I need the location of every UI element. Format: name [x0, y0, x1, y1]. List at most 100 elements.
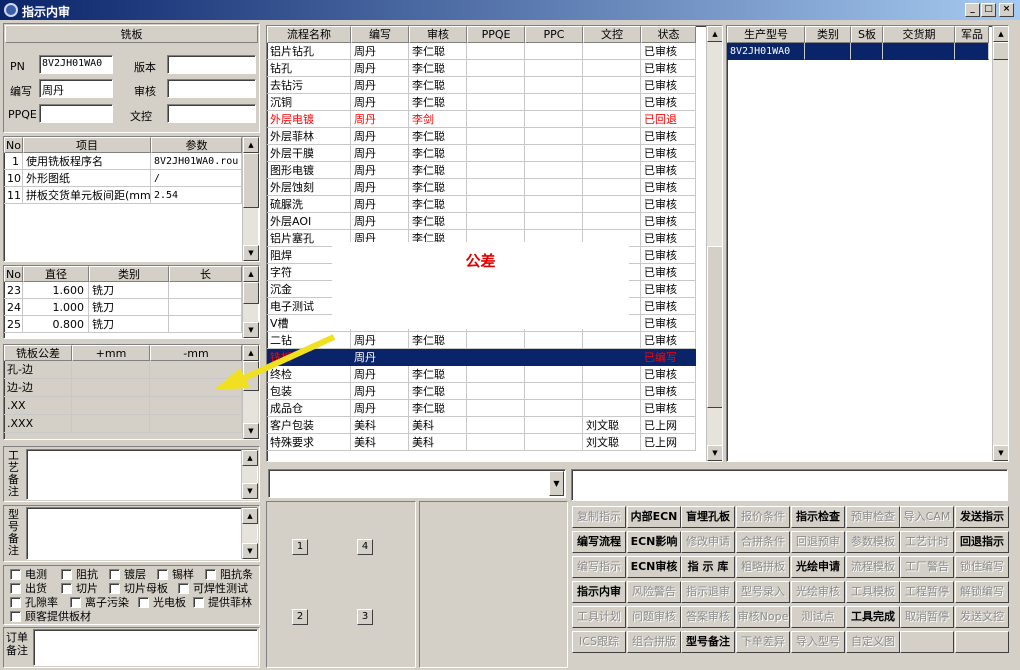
- flow-cell[interactable]: 已编写: [641, 349, 696, 366]
- number-button[interactable]: 3: [357, 609, 373, 625]
- flow-cell[interactable]: 周丹: [351, 145, 409, 162]
- scroll-down-icon[interactable]: ▼: [242, 543, 258, 559]
- tools-cell[interactable]: 1.000: [23, 299, 89, 316]
- flow-cell[interactable]: [525, 111, 583, 128]
- flow-cell[interactable]: 刘文聪: [583, 434, 641, 451]
- flow-cell[interactable]: 去钻污: [267, 77, 351, 94]
- action-button[interactable]: 发送文控: [955, 606, 1009, 628]
- flow-cell[interactable]: [467, 179, 525, 196]
- flow-cell[interactable]: [583, 383, 641, 400]
- flow-cell[interactable]: [467, 332, 525, 349]
- flow-cell[interactable]: 周丹: [351, 111, 409, 128]
- action-button[interactable]: 组合拼版: [627, 631, 681, 653]
- tolerance-cell[interactable]: [150, 397, 242, 415]
- tolerance-cell[interactable]: .XX: [4, 397, 72, 415]
- ppqe-field[interactable]: [39, 104, 113, 123]
- model-cell[interactable]: 8V2JH01WA0: [727, 43, 805, 60]
- flow-cell[interactable]: [525, 400, 583, 417]
- flow-cell[interactable]: 美科: [351, 417, 409, 434]
- flow-cell[interactable]: [467, 349, 525, 366]
- flow-cell[interactable]: 李仁聪: [409, 179, 467, 196]
- flow-cell[interactable]: 李仁聪: [409, 196, 467, 213]
- action-button[interactable]: 粗略拼板: [736, 556, 790, 578]
- flow-cell[interactable]: 美科: [409, 434, 467, 451]
- flow-cell[interactable]: 已审核: [641, 77, 696, 94]
- action-button[interactable]: 指示内审: [572, 581, 626, 603]
- tools-cell[interactable]: 铣刀: [89, 282, 169, 299]
- flow-cell[interactable]: 李仁聪: [409, 94, 467, 111]
- flow-cell[interactable]: [467, 60, 525, 77]
- tools-cell[interactable]: 23: [4, 282, 23, 299]
- flow-cell[interactable]: 外层蚀刻: [267, 179, 351, 196]
- flow-cell[interactable]: 成品仓: [267, 400, 351, 417]
- checkbox-box[interactable]: [109, 569, 120, 580]
- tolerance-cell[interactable]: [72, 361, 150, 379]
- scroll-up-icon[interactable]: ▲: [243, 266, 259, 282]
- flow-cell[interactable]: 已审核: [641, 247, 696, 264]
- flow-cell[interactable]: 李仁聪: [409, 332, 467, 349]
- flow-cell[interactable]: 沉铜: [267, 94, 351, 111]
- flow-cell[interactable]: 已回退: [641, 111, 696, 128]
- tolerance-cell[interactable]: [72, 379, 150, 397]
- process-note-scrollbar[interactable]: ▲ ▼: [241, 450, 258, 499]
- scroll-thumb[interactable]: [243, 282, 259, 304]
- flow-cell[interactable]: 周丹: [351, 77, 409, 94]
- flow-cell[interactable]: 已审核: [641, 60, 696, 77]
- action-button[interactable]: 工具模板: [846, 581, 900, 603]
- flow-cell[interactable]: 李仁聪: [409, 162, 467, 179]
- scroll-down-icon[interactable]: ▼: [243, 245, 259, 261]
- flow-cell[interactable]: 已审核: [641, 332, 696, 349]
- flow-cell[interactable]: 周丹: [351, 179, 409, 196]
- flow-cell[interactable]: 刘文聪: [583, 417, 641, 434]
- flow-cell[interactable]: [467, 128, 525, 145]
- flow-cell[interactable]: [583, 111, 641, 128]
- checkbox-box[interactable]: [138, 597, 149, 608]
- flow-cell[interactable]: 已审核: [641, 162, 696, 179]
- params-cell[interactable]: 外形图纸: [23, 170, 151, 187]
- flow-cell[interactable]: 铝片钻孔: [267, 43, 351, 60]
- flow-cell[interactable]: [525, 145, 583, 162]
- flow-cell[interactable]: 已审核: [641, 281, 696, 298]
- checkbox-box[interactable]: [10, 583, 21, 594]
- flow-cell[interactable]: 李仁聪: [409, 43, 467, 60]
- action-button[interactable]: 合拼条件: [736, 531, 790, 553]
- flow-cell[interactable]: 外层电镀: [267, 111, 351, 128]
- flow-cell[interactable]: 已审核: [641, 43, 696, 60]
- flow-cell[interactable]: 周丹: [351, 332, 409, 349]
- flow-cell[interactable]: 周丹: [351, 128, 409, 145]
- process-note-input[interactable]: ▲ ▼: [26, 449, 258, 500]
- flow-header[interactable]: PPC: [525, 26, 583, 43]
- model-header[interactable]: 军品: [955, 26, 989, 43]
- action-button[interactable]: 复制指示: [572, 506, 626, 528]
- tools-cell[interactable]: 铣刀: [89, 299, 169, 316]
- flow-cell[interactable]: [583, 196, 641, 213]
- remark-input[interactable]: [571, 469, 1008, 501]
- action-button[interactable]: 审核Nope: [736, 606, 790, 628]
- params-grid[interactable]: No 项目 参数 ▲ ▼ 1 使用铣板程序名 8V2JH01WA0.rou 10 外形图…: [3, 136, 260, 262]
- scroll-up-icon[interactable]: ▲: [242, 508, 258, 524]
- close-button[interactable]: ×: [999, 3, 1014, 17]
- action-button[interactable]: 盲埋孔板: [681, 506, 735, 528]
- scroll-down-icon[interactable]: ▼: [243, 423, 259, 439]
- flow-cell[interactable]: [583, 349, 641, 366]
- flow-cell[interactable]: 周丹: [351, 162, 409, 179]
- params-cell[interactable]: /: [151, 170, 242, 187]
- checkbox-box[interactable]: [70, 597, 81, 608]
- flow-cell[interactable]: [583, 179, 641, 196]
- flow-scrollbar[interactable]: ▲ ▼: [706, 26, 722, 461]
- params-cell[interactable]: 2.54: [151, 187, 242, 204]
- review-field[interactable]: [167, 79, 256, 98]
- title-bar[interactable]: 指示内审 _ □ ×: [0, 0, 1020, 20]
- flow-cell[interactable]: [525, 162, 583, 179]
- model-cell[interactable]: [883, 43, 955, 60]
- flow-header[interactable]: 流程名称: [267, 26, 351, 43]
- flow-cell[interactable]: [583, 60, 641, 77]
- flow-cell[interactable]: 周丹: [351, 196, 409, 213]
- flow-cell[interactable]: [525, 434, 583, 451]
- flow-cell[interactable]: 已审核: [641, 230, 696, 247]
- flow-cell[interactable]: [583, 332, 641, 349]
- flow-cell[interactable]: 李仁聪: [409, 383, 467, 400]
- params-cell[interactable]: 10: [4, 170, 23, 187]
- params-cell[interactable]: 8V2JH01WA0.rou: [151, 153, 242, 170]
- action-button[interactable]: 导入型号: [791, 631, 845, 653]
